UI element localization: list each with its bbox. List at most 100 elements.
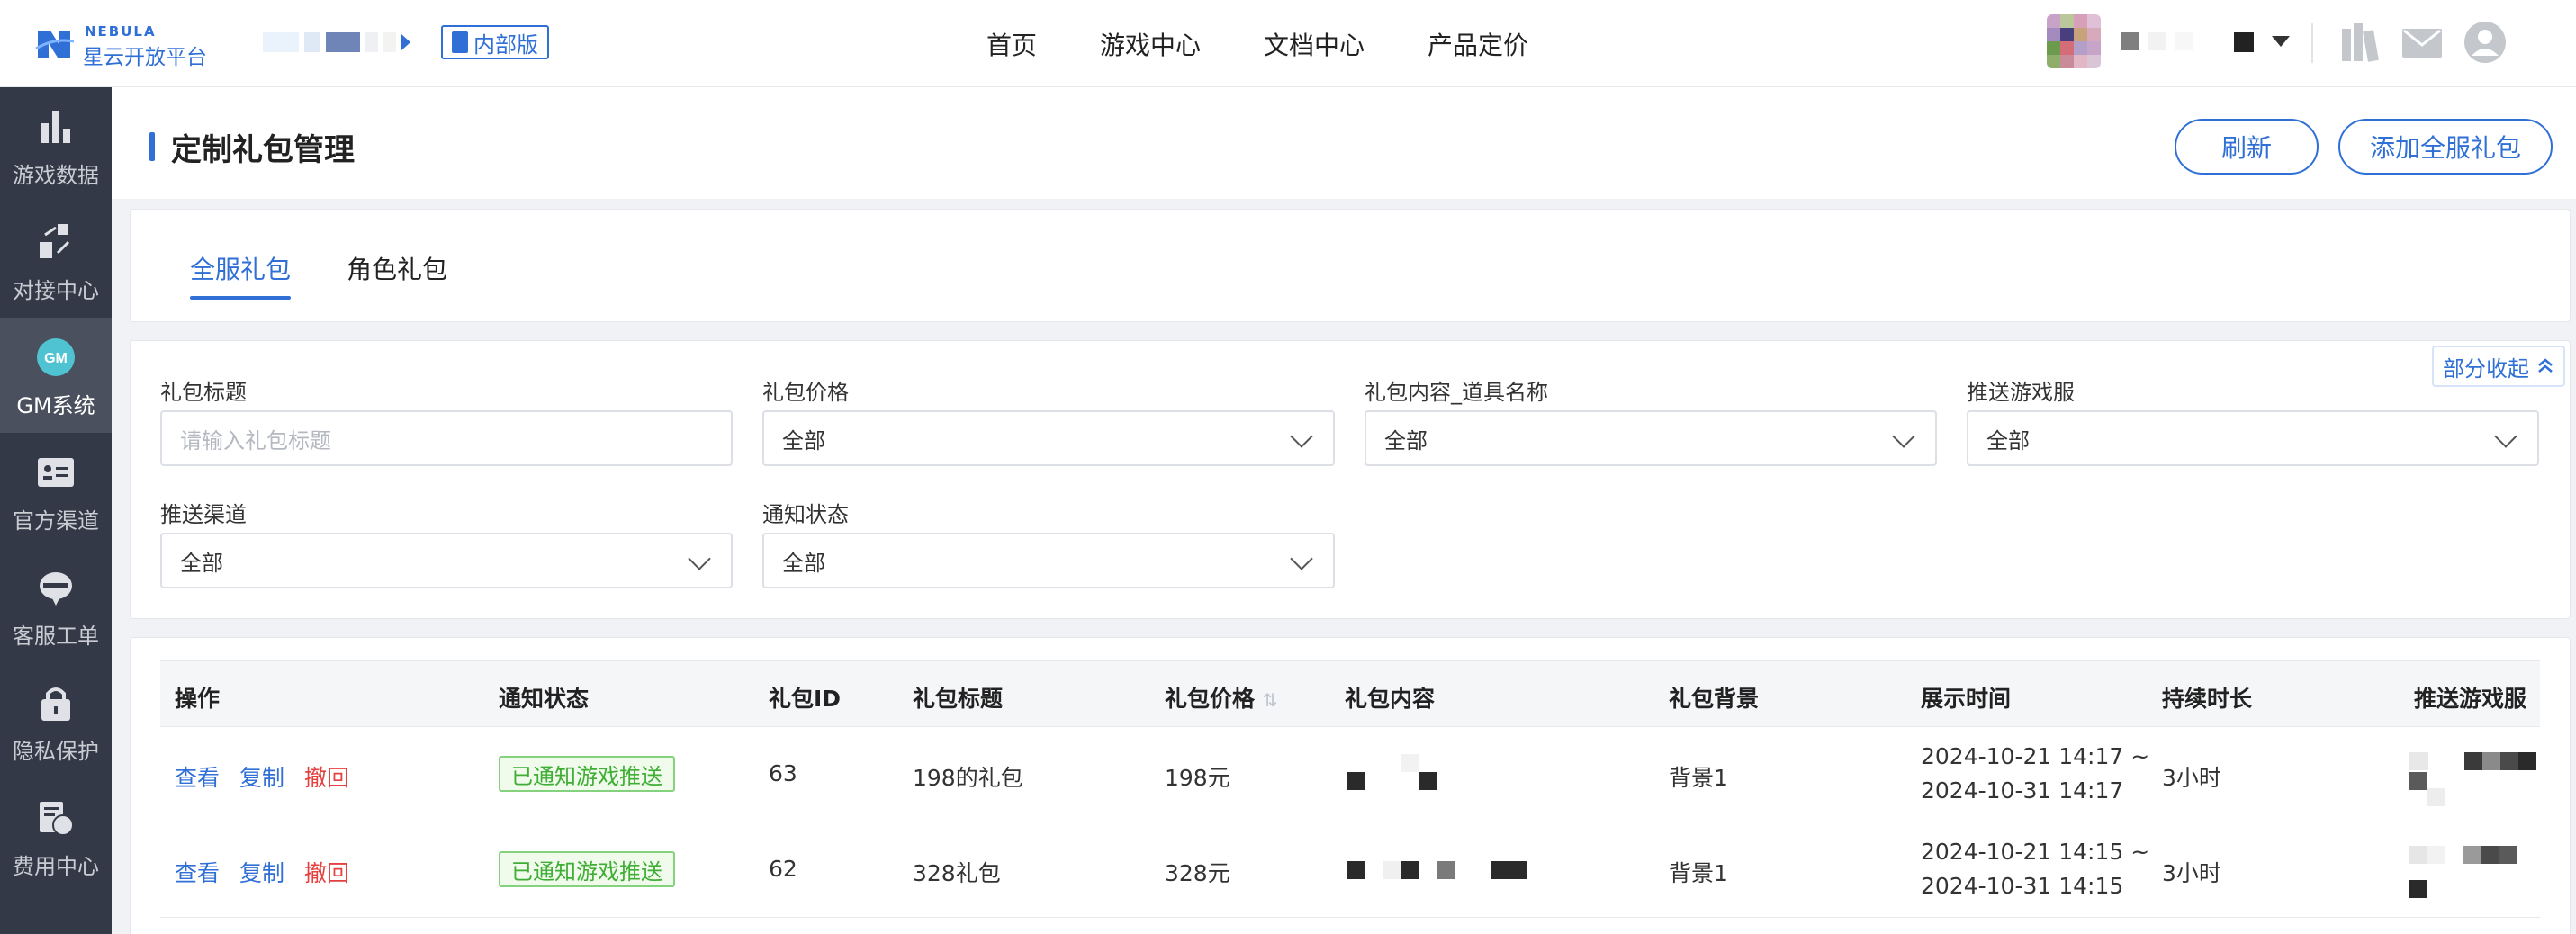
- col-gift-id: 礼包ID: [769, 686, 842, 712]
- view-link[interactable]: 查看: [175, 856, 220, 888]
- svg-text:GM: GM: [44, 351, 68, 366]
- sidebar-item-gm-system[interactable]: GM GM系统: [0, 318, 112, 433]
- gift-background: 背景1: [1669, 765, 1728, 791]
- page-header: 定制礼包管理 刷新 添加全服礼包: [112, 87, 2576, 199]
- sidebar-item-label: 客服工单: [13, 624, 99, 649]
- gift-title-input[interactable]: 请输入礼包标题: [160, 410, 733, 466]
- channel-select-value: 全部: [180, 550, 223, 576]
- collapse-label: 部分收起: [2443, 356, 2529, 382]
- sidebar-item-label: 对接中心: [13, 278, 99, 303]
- redacted-content: [1491, 861, 1527, 879]
- user-icon[interactable]: [2463, 20, 2508, 65]
- table-row: 查看 复制 撤回 已通知游戏推送 63 198的礼包 198元 背景1 2024…: [160, 727, 2540, 822]
- redacted-content: [1437, 861, 1455, 879]
- env-badge: 内部版: [441, 25, 549, 59]
- copy-link[interactable]: 复制: [239, 760, 284, 793]
- redacted-content: [1419, 772, 1437, 790]
- chevron-down-icon: [688, 547, 711, 570]
- gift-title: 328礼包: [913, 860, 1001, 886]
- avatar[interactable]: [2047, 14, 2101, 68]
- redacted-server: [2481, 846, 2499, 864]
- brand-logo[interactable]: NEBULA 星云开放平台: [32, 20, 212, 69]
- price-select[interactable]: 全部: [762, 410, 1335, 466]
- chevron-down-icon: [1290, 425, 1313, 448]
- refresh-button[interactable]: 刷新: [2175, 119, 2319, 175]
- nebula-logo-icon: [35, 31, 75, 58]
- display-time-start: 2024-10-21 14:17 ~: [1921, 743, 2150, 769]
- nav-home[interactable]: 首页: [986, 26, 1037, 62]
- redacted-server: [2500, 752, 2518, 770]
- gm-icon: GM: [37, 338, 75, 376]
- display-time-end: 2024-10-31 14:15: [1921, 873, 2124, 899]
- add-global-gift-button[interactable]: 添加全服礼包: [2338, 119, 2553, 175]
- title-accent-bar: [149, 132, 155, 161]
- nav-pricing[interactable]: 产品定价: [1428, 26, 1528, 62]
- mail-icon[interactable]: [2400, 20, 2445, 65]
- divider: [2311, 23, 2313, 63]
- env-badge-label: 内部版: [473, 31, 538, 58]
- sidebar-item-game-data[interactable]: 游戏数据: [0, 87, 112, 202]
- revoke-link[interactable]: 撤回: [304, 760, 349, 793]
- col-gift-price-label: 礼包价格: [1165, 686, 1256, 712]
- redacted-username-tail: [2234, 32, 2254, 52]
- server-select-value: 全部: [1986, 427, 2030, 454]
- nav-docs-center[interactable]: 文档中心: [1264, 26, 1365, 62]
- top-navbar: NEBULA 星云开放平台 内部版 首页 游戏中心 文档中心 产品定价: [0, 0, 2576, 87]
- gift-background: 背景1: [1669, 860, 1728, 886]
- duration: 3小时: [2162, 860, 2221, 886]
- user-area: [2018, 0, 2576, 87]
- support-icon: [40, 572, 72, 606]
- server-select[interactable]: 全部: [1967, 410, 2539, 466]
- chevron-down-icon: [1892, 425, 1915, 448]
- sidebar-item-label: 隐私保护: [13, 739, 99, 764]
- redacted-server: [2499, 846, 2517, 864]
- billing-icon: [40, 802, 74, 836]
- tab-global-gift[interactable]: 全服礼包: [190, 250, 291, 286]
- filter-label-title: 礼包标题: [160, 380, 247, 405]
- notify-status-select-value: 全部: [782, 550, 825, 576]
- filter-label-price: 礼包价格: [762, 380, 849, 405]
- sort-icon[interactable]: ⇅: [1263, 689, 1278, 711]
- brand-name-cn: 星云开放平台: [83, 46, 207, 69]
- active-tab-indicator: [190, 296, 291, 300]
- main-nav: 首页 游戏中心 文档中心 产品定价: [986, 0, 1528, 87]
- nav-game-center[interactable]: 游戏中心: [1100, 26, 1201, 62]
- sidebar-item-billing[interactable]: 费用中心: [0, 778, 112, 894]
- gift-id: 62: [769, 856, 797, 882]
- col-gift-background: 礼包背景: [1669, 686, 1760, 712]
- sidebar-item-label: 官方渠道: [13, 508, 99, 534]
- notify-status-select[interactable]: 全部: [762, 533, 1335, 588]
- sidebar-item-privacy[interactable]: 隐私保护: [0, 663, 112, 778]
- sidebar-item-label: 游戏数据: [13, 163, 99, 188]
- redacted-content: [1401, 861, 1419, 879]
- redacted-server: [2518, 752, 2536, 770]
- table-header: 操作 通知状态 礼包ID 礼包标题 礼包价格 ⇅ 礼包内容 礼包背景 展示时间 …: [160, 660, 2540, 727]
- revoke-link[interactable]: 撤回: [304, 856, 349, 888]
- redacted-server: [2409, 772, 2427, 790]
- redacted-server: [2427, 846, 2445, 864]
- bar-chart-icon: [41, 111, 70, 143]
- col-push-server: 推送游戏服: [2414, 686, 2527, 712]
- sidebar-item-official-channel[interactable]: 官方渠道: [0, 433, 112, 548]
- collapse-filters-button[interactable]: 部分收起: [2432, 346, 2565, 387]
- tab-role-gift[interactable]: 角色礼包: [347, 250, 447, 286]
- copy-link[interactable]: 复制: [239, 856, 284, 888]
- redacted-server: [2482, 752, 2500, 770]
- redacted-content: [1347, 861, 1365, 879]
- sidebar-item-integration[interactable]: 对接中心: [0, 202, 112, 318]
- redacted-content: [1401, 754, 1419, 772]
- col-gift-price[interactable]: 礼包价格 ⇅: [1165, 681, 1278, 714]
- sidebar-item-support-ticket[interactable]: 客服工单: [0, 548, 112, 663]
- sidebar: 游戏数据 对接中心 GM GM系统 官方渠道 客服工单 隐私保护 费用中心: [0, 87, 112, 934]
- item-name-select[interactable]: 全部: [1365, 410, 1937, 466]
- gift-title: 198的礼包: [913, 765, 1023, 791]
- channel-select[interactable]: 全部: [160, 533, 733, 588]
- redacted-username: [2121, 32, 2193, 50]
- redacted-server: [2409, 880, 2427, 898]
- col-duration: 持续时长: [2162, 686, 2253, 712]
- view-link[interactable]: 查看: [175, 760, 220, 793]
- chevron-down-icon[interactable]: [2272, 36, 2290, 47]
- docs-library-icon[interactable]: [2338, 20, 2383, 65]
- gift-price: 328元: [1165, 860, 1230, 886]
- redacted-server: [2463, 846, 2481, 864]
